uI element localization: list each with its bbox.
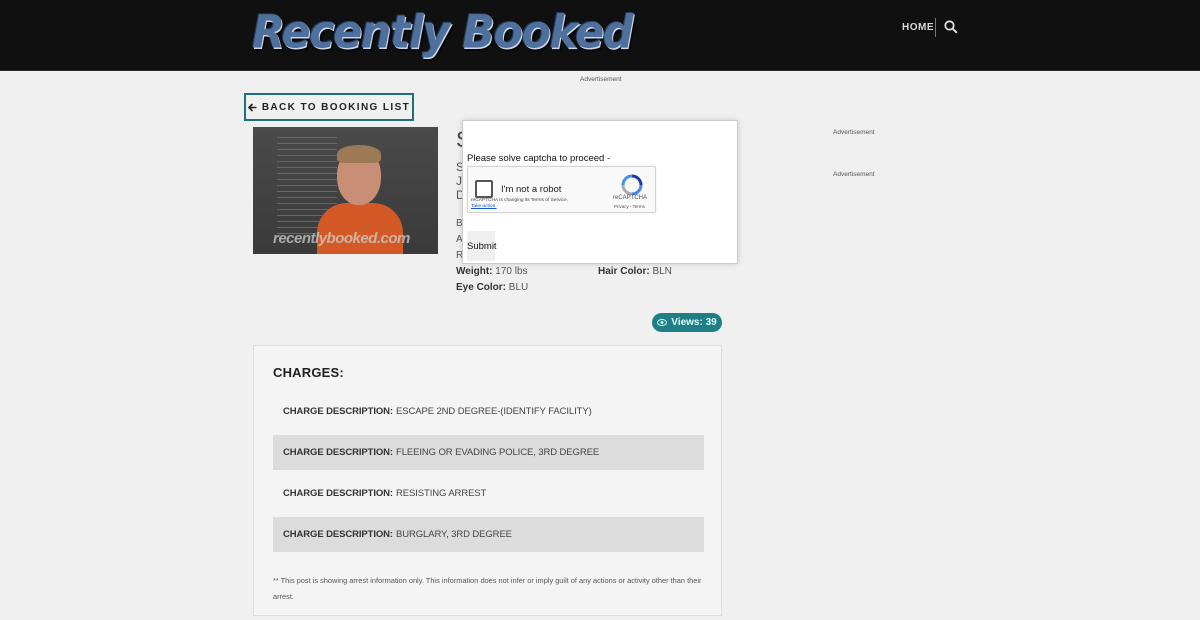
charges-card: CHARGES: CHARGE DESCRIPTION: ESCAPE 2ND … xyxy=(253,345,722,616)
site-header: Recently Booked HOME xyxy=(0,0,1200,71)
recaptcha-checkbox[interactable] xyxy=(475,180,493,198)
charge-row: CHARGE DESCRIPTION: FLEEING OR EVADING P… xyxy=(273,435,704,470)
arrest-disclaimer: ** This post is showing arrest informati… xyxy=(273,576,702,601)
advertisement-label-side-2: Advertisement xyxy=(833,171,875,178)
advertisement-label-side-1: Advertisement xyxy=(833,129,875,136)
recaptcha-widget: I'm not a robot reCAPTCHA Privacy - Term… xyxy=(467,166,656,213)
charge-value: FLEEING OR EVADING POLICE, 3RD DEGREE xyxy=(396,447,600,458)
mugshot-image: recentlybooked.com xyxy=(253,127,438,254)
back-button-label: BACK TO BOOKING LIST xyxy=(261,101,411,113)
eye-icon xyxy=(657,319,668,326)
charge-row: CHARGE DESCRIPTION: ESCAPE 2ND DEGREE-(I… xyxy=(273,394,704,429)
recaptcha-logo-icon xyxy=(621,174,643,196)
views-badge: Views: 39 xyxy=(652,313,722,332)
eye-color-value: BLU xyxy=(508,282,529,293)
recaptcha-take-action-link[interactable]: Take action. xyxy=(471,204,497,209)
recaptcha-brand: reCAPTCHA xyxy=(613,195,648,201)
weight-label: Weight: xyxy=(456,266,493,277)
charge-row: CHARGE DESCRIPTION: RESISTING ARREST xyxy=(273,476,704,511)
charge-label: CHARGE DESCRIPTION: xyxy=(283,529,393,540)
attr-hair-color: Hair Color: BLN xyxy=(598,266,672,277)
mugshot-hair xyxy=(337,145,381,163)
hair-color-label: Hair Color: xyxy=(598,266,650,277)
submit-button[interactable]: Submit xyxy=(467,231,497,261)
hair-color-value: BLN xyxy=(652,266,672,277)
weight-value: 170 lbs xyxy=(495,266,528,277)
charge-value: RESISTING ARREST xyxy=(396,488,487,499)
captcha-modal: Please solve captcha to proceed - I'm no… xyxy=(462,120,738,264)
attr-eye-color: Eye Color: BLU xyxy=(456,282,528,293)
charge-label: CHARGE DESCRIPTION: xyxy=(283,406,393,417)
arrow-left-icon xyxy=(247,102,257,112)
site-logo[interactable]: Recently Booked xyxy=(252,7,634,60)
recaptcha-label: I'm not a robot xyxy=(501,184,562,195)
back-to-booking-list-button[interactable]: BACK TO BOOKING LIST xyxy=(244,93,414,121)
advertisement-label-top: Advertisement xyxy=(580,76,622,83)
eye-color-label: Eye Color: xyxy=(456,282,507,293)
charges-title: CHARGES: xyxy=(273,365,344,380)
charge-label: CHARGE DESCRIPTION: xyxy=(283,488,393,499)
charge-value: ESCAPE 2ND DEGREE-(IDENTIFY FACILITY) xyxy=(396,406,592,417)
views-count: Views: 39 xyxy=(671,317,717,328)
charge-row: CHARGE DESCRIPTION: BURGLARY, 3RD DEGREE xyxy=(273,517,704,552)
mugshot-watermark: recentlybooked.com xyxy=(273,230,410,247)
charge-label: CHARGE DESCRIPTION: xyxy=(283,447,393,458)
captcha-prompt: Please solve captcha to proceed - xyxy=(467,153,611,164)
recaptcha-terms-note: reCAPTCHA is changing its Terms of Servi… xyxy=(471,198,568,210)
search-icon[interactable] xyxy=(944,20,958,34)
recaptcha-privacy-terms[interactable]: Privacy - Terms xyxy=(614,204,645,209)
charge-value: BURGLARY, 3RD DEGREE xyxy=(396,529,512,540)
nav-home-link[interactable]: HOME xyxy=(902,22,934,33)
nav-divider xyxy=(935,18,936,37)
attr-weight: Weight: 170 lbs xyxy=(456,266,528,277)
